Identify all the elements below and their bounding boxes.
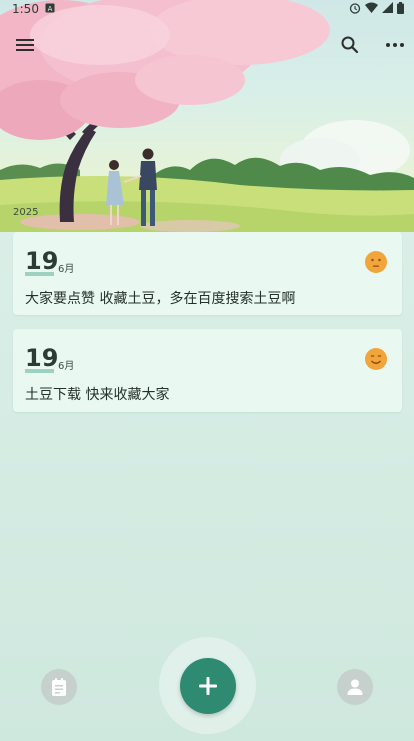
diary-list-button[interactable] xyxy=(41,669,77,705)
entry-day: 19 xyxy=(25,247,59,275)
alarm-icon xyxy=(349,2,361,17)
bottom-navigation xyxy=(0,635,414,741)
top-app-bar xyxy=(0,30,414,60)
menu-icon xyxy=(16,39,34,51)
notepad-icon xyxy=(52,678,66,696)
search-icon xyxy=(341,36,359,54)
entry-day: 19 xyxy=(25,344,59,372)
entry-text: 大家要点赞 收藏土豆，多在百度搜索土豆啊 xyxy=(25,291,296,307)
profile-button[interactable] xyxy=(337,669,373,705)
day-underline xyxy=(25,272,54,276)
neutral-face-icon xyxy=(365,251,387,273)
entry-text: 土豆下载 快来收藏大家 xyxy=(25,387,170,403)
wifi-icon xyxy=(365,2,378,16)
add-entry-button[interactable] xyxy=(180,658,236,714)
smile-face-icon xyxy=(365,348,387,370)
search-button[interactable] xyxy=(335,30,365,60)
entry-month: 6月 xyxy=(58,361,75,372)
notification-icon: A xyxy=(45,3,55,15)
svg-text:A: A xyxy=(48,5,53,13)
plus-icon xyxy=(199,677,217,695)
entry-month: 6月 xyxy=(58,264,75,275)
more-options-button[interactable] xyxy=(380,30,410,60)
menu-button[interactable] xyxy=(10,30,40,60)
day-underline xyxy=(25,369,54,373)
status-bar: 1:50 A xyxy=(0,0,414,18)
status-time: 1:50 xyxy=(12,2,39,16)
person-icon xyxy=(347,679,363,695)
year-label: 2025 xyxy=(13,207,39,218)
diary-entry-card[interactable]: 19 6月 大家要点赞 收藏土豆，多在百度搜索土豆啊 xyxy=(13,232,402,315)
battery-icon xyxy=(397,1,404,17)
diary-entry-card[interactable]: 19 6月 土豆下载 快来收藏大家 xyxy=(13,329,402,412)
signal-icon xyxy=(382,2,393,16)
more-icon xyxy=(386,43,404,47)
